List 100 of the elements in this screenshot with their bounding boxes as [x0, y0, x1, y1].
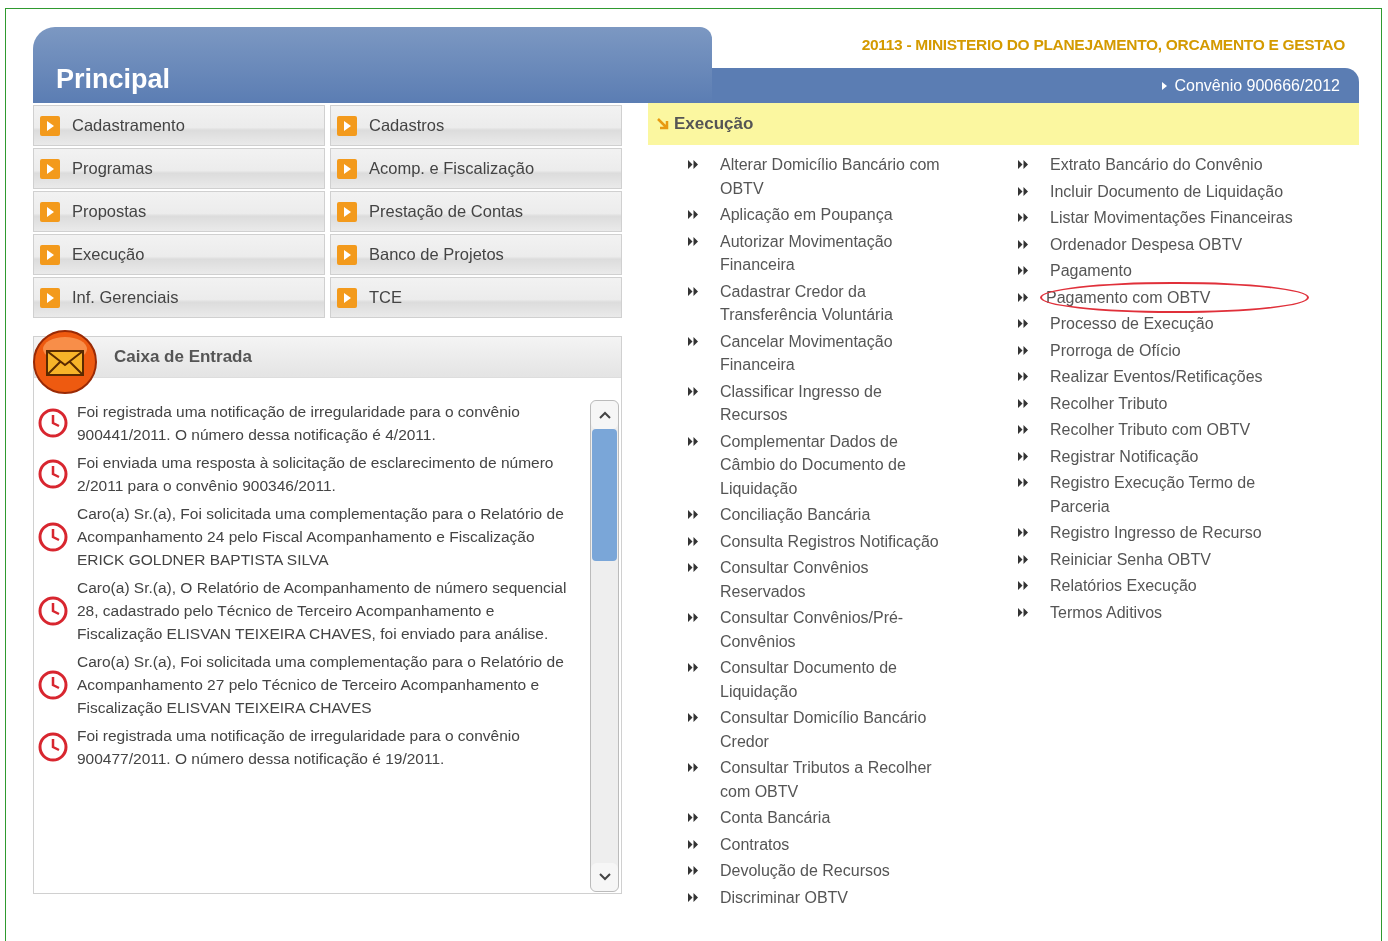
play-icon — [40, 287, 60, 308]
double-chevron-icon — [1018, 160, 1029, 169]
double-chevron-icon — [688, 613, 699, 622]
notification-text[interactable]: Foi registrada uma notificação de irregularidade para o convênio 900477/2011. O número dessa notificação é 19/2011. — [77, 724, 582, 770]
menu-button[interactable]: Banco de Projetos — [330, 234, 622, 275]
double-chevron-icon — [688, 663, 699, 672]
menu-link[interactable]: Contratos — [720, 832, 945, 856]
menu-link[interactable]: Prorroga de Ofício — [1050, 338, 1295, 362]
page-title: Principal — [56, 64, 171, 95]
clock-icon — [38, 669, 68, 700]
menu-link[interactable]: Pagamento — [1050, 259, 1295, 283]
menu-link[interactable]: Consultar Convênios Reservados — [720, 556, 945, 603]
double-chevron-icon — [1018, 554, 1029, 564]
play-icon — [40, 158, 60, 179]
menu-button[interactable]: Execução — [33, 234, 325, 275]
double-chevron-icon — [1018, 478, 1029, 487]
double-chevron-icon — [688, 510, 699, 519]
double-chevron-icon — [688, 336, 699, 346]
play-icon — [337, 287, 357, 308]
scroll-down-button[interactable] — [591, 863, 618, 891]
menu-link[interactable]: Recolher Tributo com OBTV — [1050, 418, 1295, 442]
menu-button[interactable]: Inf. Gerenciais — [33, 277, 325, 318]
double-chevron-icon — [1018, 345, 1029, 355]
arrow-icon — [656, 117, 670, 131]
notification-text[interactable]: Foi enviada uma resposta à solicitação de esclarecimento de número 2/2011 para o convênio 900346/2011. — [77, 451, 582, 497]
menu-link[interactable]: Consultar Tributos a Recolher com OBTV — [720, 756, 945, 803]
play-icon — [337, 201, 357, 222]
arrow-icon — [1161, 81, 1167, 90]
clock-icon — [38, 521, 68, 552]
menu-link[interactable]: Devolução de Recursos — [720, 859, 945, 883]
menu-link[interactable]: Cadastrar Credor da Transferência Voluntária — [720, 279, 945, 327]
menu-link[interactable]: Consultar Domicílio Bancário Credor — [720, 706, 945, 753]
menu-button[interactable]: Prestação de Contas — [330, 191, 622, 232]
double-chevron-icon — [1018, 451, 1029, 461]
double-chevron-icon — [1018, 239, 1029, 249]
menu-link[interactable]: Conciliação Bancária — [720, 503, 945, 527]
double-chevron-icon — [1018, 213, 1029, 222]
menu-link[interactable]: Incluir Documento de Liquidação — [1050, 179, 1295, 203]
menu-link[interactable]: Conta Bancária — [720, 806, 945, 830]
menu-link[interactable]: Realizar Eventos/Retificações — [1050, 365, 1295, 389]
double-chevron-icon — [1018, 372, 1029, 381]
menu-button[interactable]: TCE — [330, 277, 622, 318]
scroll-up-button[interactable] — [591, 401, 618, 429]
menu-link[interactable]: Listar Movimentações Financeiras — [1050, 206, 1295, 230]
notification-text[interactable]: Caro(a) Sr.(a), O Relatório de Acompanhamento de número sequencial 28, cadastrado pelo Técnico de Terceiro Acompanhamento e Fiscalização ELISVAN TEIXEIRA CHAVES, foi enviado para análise. — [77, 576, 582, 645]
agreement-number: Convênio 900666/2012 — [1174, 76, 1340, 95]
menu-link[interactable]: Processo de Execução — [1050, 312, 1295, 336]
menu-link[interactable]: Relatórios Execução — [1050, 574, 1295, 598]
double-chevron-icon — [688, 536, 699, 546]
menu-link[interactable]: Registro Ingresso de Recurso — [1050, 521, 1295, 545]
double-chevron-icon — [1018, 398, 1029, 408]
double-chevron-icon — [688, 892, 699, 902]
menu-link[interactable]: Autorizar Movimentação Financeira — [720, 229, 945, 277]
menu-link[interactable]: Termos Aditivos — [1050, 600, 1295, 624]
play-icon — [40, 115, 60, 136]
menu-link[interactable]: Classificar Ingresso de Recursos — [720, 379, 945, 427]
menu-link[interactable]: Alterar Domicílio Bancário com OBTV — [720, 153, 945, 200]
menu-button[interactable]: Acomp. e Fiscalização — [330, 148, 622, 189]
double-chevron-icon — [688, 813, 699, 822]
menu-link[interactable]: Extrato Bancário do Convênio — [1050, 153, 1295, 177]
double-chevron-icon — [688, 386, 699, 396]
double-chevron-icon — [1018, 607, 1029, 617]
menu-link[interactable]: Consulta Registros Notificação — [720, 529, 945, 553]
double-chevron-icon — [1018, 266, 1029, 275]
menu-button[interactable]: Cadastramento — [33, 105, 325, 146]
menu-link[interactable]: Registrar Notificação — [1050, 444, 1295, 468]
menu-link[interactable]: Recolher Tributo — [1050, 391, 1295, 415]
play-icon — [337, 158, 357, 179]
menu-link[interactable]: Registro Execução Termo de Parceria — [1050, 471, 1295, 518]
notification-text[interactable]: Caro(a) Sr.(a), Foi solicitada uma complementação para o Relatório de Acompanhamento 27 pelo Técnico de Terceiro Acompanhamento e Fiscalização ELISVAN TEIXEIRA CHAVES — [77, 650, 582, 719]
menu-button[interactable]: Propostas — [33, 191, 325, 232]
menu-link[interactable]: Reiniciar Senha OBTV — [1050, 547, 1295, 571]
caret-up-icon — [598, 411, 611, 419]
double-chevron-icon — [1018, 319, 1029, 328]
menu-link[interactable]: Ordenador Despesa OBTV — [1050, 232, 1295, 256]
scrollbar[interactable] — [590, 400, 619, 892]
play-icon — [40, 201, 60, 222]
menu-button[interactable]: Cadastros — [330, 105, 622, 146]
double-chevron-icon — [1018, 528, 1029, 537]
scroll-thumb[interactable] — [592, 429, 617, 561]
section-title: Execução — [674, 114, 754, 134]
organization-title: 20113 - MINISTERIO DO PLANEJAMENTO, ORCAMENTO E GESTAO — [860, 35, 1346, 55]
notification-text[interactable]: Caro(a) Sr.(a), Foi solicitada uma complementação para o Relatório de Acompanhamento 24 pelo Fiscal Acompanhamento e Fiscalização ERICK GOLDNER BAPTISTA SILVA — [77, 502, 582, 571]
double-chevron-icon — [1018, 292, 1029, 302]
clock-icon — [38, 732, 68, 762]
double-chevron-icon — [688, 160, 699, 169]
menu-link[interactable]: Discriminar OBTV — [720, 885, 945, 909]
menu-link[interactable]: Aplicação em Poupança — [720, 203, 945, 227]
menu-button[interactable]: Programas — [33, 148, 325, 189]
notification-text[interactable]: Foi registrada uma notificação de irregularidade para o convênio 900441/2011. O número dessa notificação é 4/2011. — [77, 400, 582, 446]
menu-link[interactable]: Complementar Dados de Câmbio do Documento de Liquidação — [720, 429, 945, 500]
play-icon — [337, 115, 357, 136]
menu-link[interactable]: Cancelar Movimentação Financeira — [720, 329, 945, 377]
double-chevron-icon — [688, 563, 699, 572]
menu-link[interactable]: Consultar Documento de Liquidação — [720, 656, 945, 703]
caret-down-icon — [598, 873, 611, 881]
double-chevron-icon — [688, 763, 699, 772]
double-chevron-icon — [1018, 186, 1029, 196]
menu-link[interactable]: Consultar Convênios/Pré-Convênios — [720, 606, 945, 653]
double-chevron-icon — [1018, 425, 1029, 434]
